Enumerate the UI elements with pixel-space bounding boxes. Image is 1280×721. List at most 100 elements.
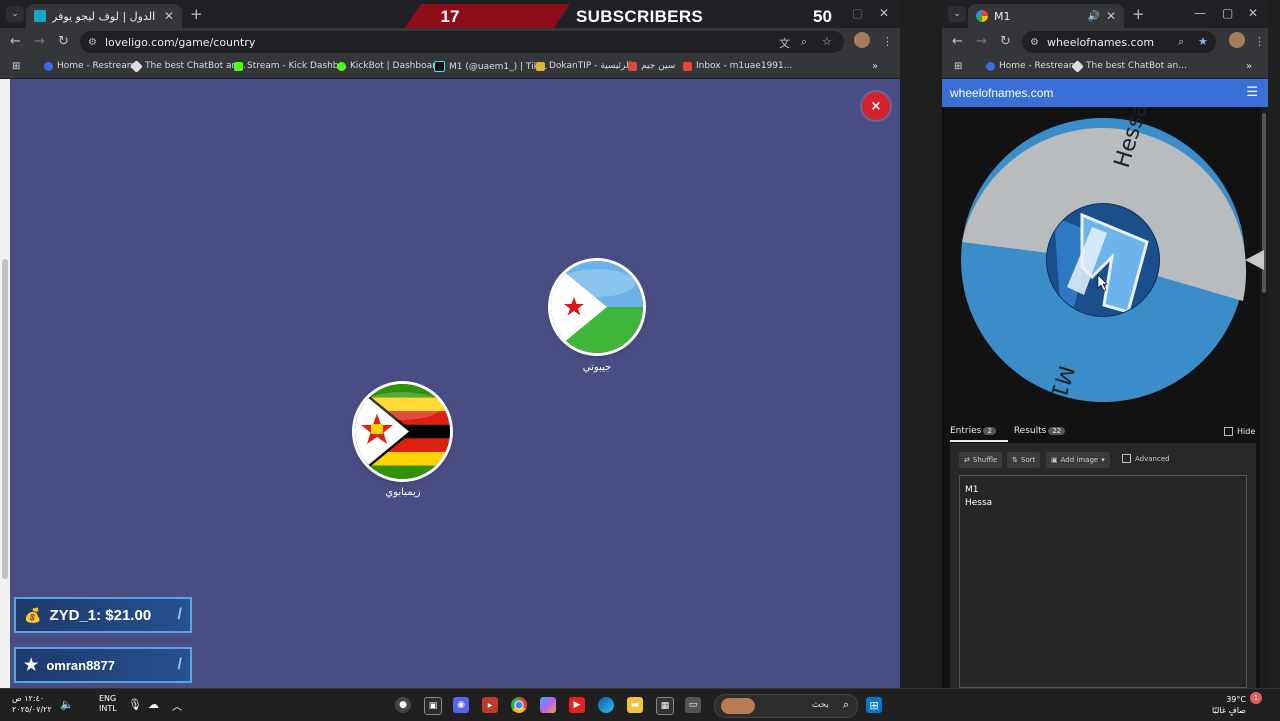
bookmark-item[interactable]: Stream - Kick Dashb... [234, 61, 347, 71]
close-tab-icon[interactable]: ✕ [1106, 9, 1116, 23]
windows-start-icon[interactable]: ⊞ [866, 697, 882, 713]
more-bookmarks-icon[interactable]: » [1246, 61, 1252, 72]
site-info-icon[interactable]: ⚙ [88, 37, 97, 48]
zoom-icon[interactable]: ⌕ [801, 35, 807, 49]
bookmarks-bar: ⊞ Home - Restream The best ChatBot an...… [942, 56, 1268, 79]
bookmark-item[interactable]: Home - Restream [986, 61, 1077, 71]
weather-widget[interactable]: 39°C صافٍ غالبًا [1212, 694, 1246, 716]
minimize-icon[interactable]: ▢ [852, 6, 863, 20]
translate-icon[interactable]: 文 [779, 35, 790, 51]
new-tab-icon[interactable]: + [190, 5, 203, 23]
hide-checkbox[interactable] [1224, 427, 1233, 436]
menu-dots-icon[interactable]: ⋮ [1254, 35, 1265, 48]
video-editor-icon[interactable]: ▶ [482, 697, 498, 713]
bookmark-item[interactable]: Home - Restream [44, 61, 135, 71]
profile-avatar-icon[interactable] [1229, 32, 1245, 48]
tab-results[interactable]: Results 22 [1014, 426, 1066, 436]
page-scrollbar[interactable] [0, 79, 10, 688]
obs-icon[interactable]: ● [395, 697, 411, 713]
image-icon: ▣ [1051, 456, 1058, 464]
reload-icon[interactable]: ↻ [58, 34, 69, 49]
bookmark-item[interactable]: The best ChatBot an... [1071, 59, 1187, 73]
djibouti-flag[interactable] [551, 261, 643, 353]
donation-alert: 💰 ZYD_1: $21.00 / [14, 597, 192, 633]
tab-entries[interactable]: Entries 2 [950, 426, 996, 436]
bookmark-item[interactable]: سين جيم [628, 61, 675, 71]
tab-wheelofnames[interactable]: M1 🔊 ✕ [968, 4, 1124, 28]
site-info-icon[interactable]: ⚙ [1030, 37, 1039, 48]
close-window-icon[interactable]: ✕ [1248, 6, 1258, 20]
minimize-icon[interactable]: — [1194, 6, 1206, 20]
store-icon[interactable]: ▦ [656, 697, 674, 715]
notification-badge[interactable]: 1 [1250, 692, 1262, 704]
speaker-icon[interactable]: 🔊 [1087, 11, 1099, 22]
active-tab-indicator [950, 440, 1008, 442]
scrollbar-thumb[interactable] [2, 259, 8, 579]
new-tab-icon[interactable]: + [1132, 5, 1145, 23]
close-game-button[interactable]: × [862, 92, 890, 120]
wheel[interactable]: Hessa M1 [942, 107, 1268, 417]
add-image-button[interactable]: ▣ Add image ▾ [1046, 452, 1110, 468]
country-label: جيبوتي [582, 362, 612, 373]
advanced-toggle[interactable]: Advanced [1122, 454, 1170, 463]
advanced-checkbox[interactable] [1122, 454, 1131, 463]
site-title[interactable]: wheelofnames.com [950, 86, 1053, 100]
chrome-icon[interactable] [511, 697, 527, 713]
restream-icon [986, 61, 995, 71]
entry-line: Hessa [965, 498, 993, 508]
country-label: زيمبابوي [385, 487, 421, 498]
subscriber-count: 17 [440, 7, 460, 26]
bookmark-item[interactable]: M1 (@uaem1_) | Tik... [434, 61, 547, 72]
capcut-icon[interactable]: ▣ [424, 697, 442, 715]
shuffle-button[interactable]: ⇄ Shuffle [959, 452, 1003, 468]
search-icon: ⌕ [842, 698, 849, 711]
apps-grid-icon[interactable]: ⊞ [954, 61, 962, 72]
profile-avatar-icon[interactable] [854, 32, 870, 48]
star-icon: ★ [24, 657, 39, 674]
entries-textarea[interactable]: M1 Hessa [959, 475, 1247, 688]
file-explorer-icon[interactable]: ▬ [627, 697, 643, 713]
forward-icon[interactable]: → [976, 34, 987, 49]
djibouti-flag-graphic [551, 261, 643, 353]
maximize-icon[interactable]: ▢ [1222, 6, 1233, 20]
tab-loveligo[interactable]: لعبة حرب الدول | لوف ليجو يوفر ✕ [26, 4, 182, 28]
more-bookmarks-icon[interactable]: » [872, 61, 878, 72]
bookmark-item[interactable]: DokanTIP - الرئيسية [536, 61, 631, 71]
tab-search-icon[interactable]: ⌄ [6, 6, 24, 22]
hamburger-menu-icon[interactable]: ☰ [1246, 85, 1258, 100]
onedrive-icon[interactable]: ☁ [148, 698, 159, 711]
bookmark-star-icon[interactable]: ★ [1198, 35, 1208, 48]
menu-dots-icon[interactable]: ⋮ [882, 35, 893, 48]
address-bar[interactable]: ⚙ loveligo.com/game/country [80, 31, 844, 53]
hide-toggle[interactable]: Hide [1224, 427, 1255, 436]
bookmark-label: Home - Restream [999, 61, 1078, 71]
bookmark-label: DokanTIP - الرئيسية [549, 61, 632, 71]
zimbabwe-flag[interactable] [355, 384, 450, 479]
sort-button[interactable]: ⇅ Sort [1007, 452, 1041, 468]
close-window-icon[interactable]: ✕ [879, 6, 889, 20]
bookmark-item[interactable]: Inbox - m1uae1991... [683, 61, 792, 71]
discord-icon[interactable]: ◉ [453, 697, 469, 713]
tab-search-icon[interactable]: ⌄ [948, 6, 966, 22]
back-icon[interactable]: ← [952, 34, 963, 49]
microphone-icon[interactable]: 🎙 [128, 698, 142, 711]
forward-icon[interactable]: → [34, 34, 45, 49]
bookmark-item[interactable]: The best ChatBot an... [130, 59, 246, 73]
back-icon[interactable]: ← [10, 34, 21, 49]
clock[interactable]: ١٢:٤٠ ص ٢٠٢٥/٠٧/٢٢ [12, 693, 52, 715]
reload-icon[interactable]: ↻ [1000, 34, 1011, 49]
volume-icon[interactable]: 🔈 [60, 698, 74, 711]
chevron-up-icon[interactable]: ︿ [172, 698, 182, 713]
taskbar-search[interactable]: بحث ⌕ [714, 694, 858, 718]
address-bar[interactable]: ⚙ wheelofnames.com [1022, 31, 1216, 53]
window-icon[interactable]: ▭ [685, 697, 701, 713]
close-tab-icon[interactable]: ✕ [164, 9, 174, 23]
copilot-icon[interactable] [540, 697, 556, 713]
language-switcher[interactable]: ENG INTL [99, 694, 117, 714]
bookmark-star-icon[interactable]: ☆ [822, 35, 832, 48]
bookmark-item[interactable]: KickBot | Dashboard [337, 61, 441, 71]
edge-icon[interactable] [598, 697, 614, 713]
apps-grid-icon[interactable]: ⊞ [12, 61, 20, 72]
zoom-icon[interactable]: ⌕ [1178, 35, 1184, 49]
youtube-icon[interactable]: ▶ [569, 697, 585, 713]
